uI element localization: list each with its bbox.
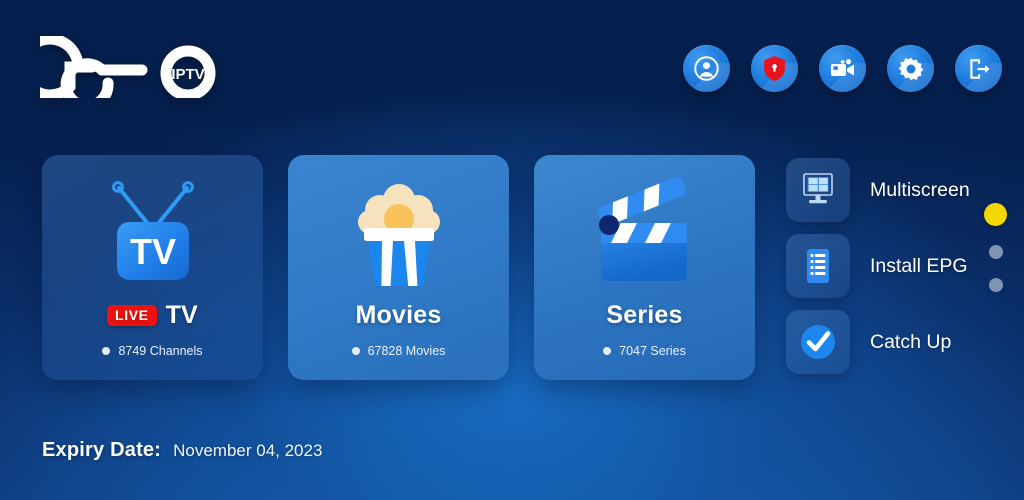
menu-item-catch-up[interactable]: Catch Up xyxy=(786,310,970,374)
card-meta-movies: 67828 Movies xyxy=(288,344,509,358)
check-circle-icon xyxy=(801,325,835,359)
quick-actions-menu: Multiscreen Install EPG Catch Up xyxy=(786,158,970,374)
svg-text:TV: TV xyxy=(129,231,175,272)
brand-sub-text: IPTV xyxy=(171,66,204,83)
card-meta-series: 7047 Series xyxy=(534,344,755,358)
card-title-text: TV xyxy=(165,301,198,329)
pagination-dot-1[interactable] xyxy=(984,203,1007,226)
clapperboard-icon xyxy=(585,169,705,297)
pagination-dot-3[interactable] xyxy=(988,278,1003,292)
menu-label-install-epg: Install EPG xyxy=(870,254,968,277)
video-camera-icon xyxy=(830,58,854,76)
menu-item-multiscreen[interactable]: Multiscreen xyxy=(786,158,970,222)
logout-icon-button[interactable] xyxy=(955,45,1002,92)
card-title-text: Series xyxy=(606,301,683,329)
gear-icon xyxy=(898,57,923,80)
home-screen: IPTV TV LIVE TV 8749 Channels Movies 678… xyxy=(0,0,1024,500)
bullet-icon xyxy=(351,347,360,355)
multiscreen-tile xyxy=(786,158,850,222)
card-series[interactable]: Series 7047 Series xyxy=(534,155,755,380)
header-icon-bar xyxy=(683,45,1002,92)
logout-icon xyxy=(969,58,989,79)
catch-up-tile xyxy=(786,310,850,374)
bullet-icon xyxy=(603,347,612,355)
card-title-text: Movies xyxy=(355,301,442,329)
popcorn-icon xyxy=(346,169,452,297)
card-title-movies: Movies xyxy=(356,303,442,328)
menu-item-install-epg[interactable]: Install EPG xyxy=(786,234,970,298)
expiry-info: Expiry Date: November 04, 2023 xyxy=(42,439,322,462)
list-icon xyxy=(807,249,829,283)
tv-icon: TV xyxy=(97,169,209,297)
menu-label-multiscreen: Multiscreen xyxy=(870,178,970,201)
gear-icon-button[interactable] xyxy=(887,45,934,92)
expiry-value: November 04, 2023 xyxy=(173,441,323,460)
card-movies[interactable]: Movies 67828 Movies xyxy=(288,155,509,380)
live-badge: LIVE xyxy=(107,305,157,326)
pagination-dot-2[interactable] xyxy=(988,245,1003,259)
card-meta-live-tv: 8749 Channels xyxy=(42,344,263,358)
card-count-text: 7047 Series xyxy=(619,344,686,358)
video-camera-icon-button[interactable] xyxy=(819,45,866,92)
card-live-tv[interactable]: TV LIVE TV 8749 Channels xyxy=(42,155,263,380)
card-title-live-tv: LIVE TV xyxy=(107,303,198,328)
multiscreen-icon xyxy=(803,173,833,204)
shield-icon xyxy=(764,56,785,81)
card-title-series: Series xyxy=(606,303,682,328)
menu-label-catch-up: Catch Up xyxy=(870,330,952,353)
card-count-text: 67828 Movies xyxy=(367,344,446,358)
card-count-text: 8749 Channels xyxy=(118,344,203,358)
brand-logo: IPTV xyxy=(40,36,250,98)
expiry-label: Expiry Date: xyxy=(42,439,162,461)
account-icon-button[interactable] xyxy=(683,45,730,92)
install-epg-tile xyxy=(786,234,850,298)
account-icon xyxy=(694,56,719,81)
bullet-icon xyxy=(102,347,111,355)
shield-icon-button[interactable] xyxy=(751,45,798,92)
category-card-row: TV LIVE TV 8749 Channels Movies 67828 Mo… xyxy=(42,155,755,380)
pagination-dots xyxy=(984,203,1007,292)
